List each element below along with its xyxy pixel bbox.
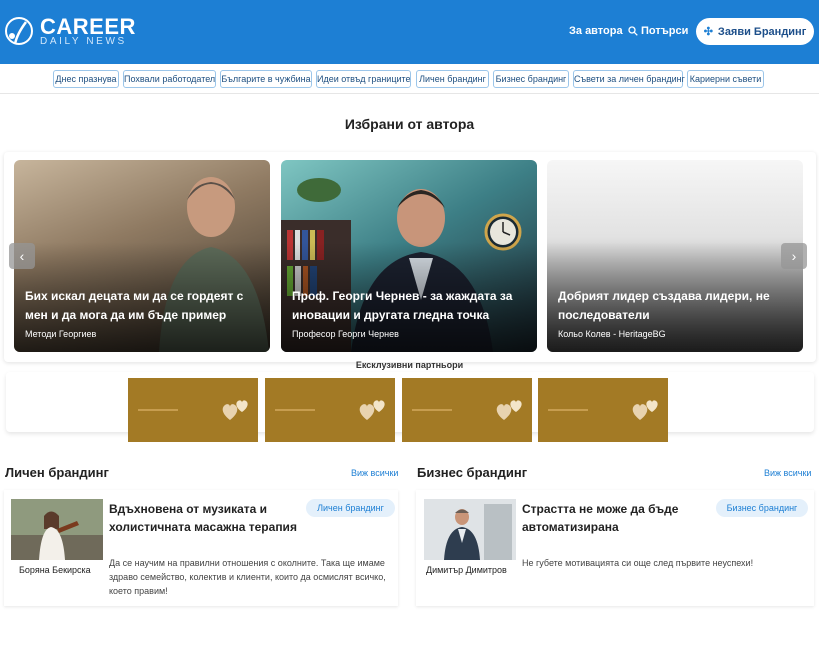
partners-label: Ексклузивни партньори: [355, 360, 464, 370]
article-tag[interactable]: Личен брандинг: [306, 499, 395, 517]
site-header: CAREER DAILY NEWS За автора Потърси ✣ За…: [0, 0, 819, 64]
article-card[interactable]: Боряна Бекирска Вдъхновена от музиката и…: [4, 490, 398, 606]
hearts-icon: [359, 400, 385, 420]
category-chip[interactable]: Бизнес брандинг: [493, 70, 569, 88]
category-chip[interactable]: Днес празнува: [53, 70, 119, 88]
logo-subtitle: DAILY NEWS: [40, 36, 127, 47]
slider-next-button[interactable]: ›: [781, 243, 807, 269]
category-chip[interactable]: Кариерни съвети: [687, 70, 764, 88]
nav-about-author[interactable]: За автора: [569, 24, 623, 38]
hearts-icon: [632, 400, 658, 420]
featured-card-title[interactable]: Проф. Георги Чернев - за жаждата за инов…: [292, 287, 528, 325]
logo-icon[interactable]: [4, 14, 34, 48]
request-branding-button[interactable]: ✣ Заяви Брандинг: [696, 18, 814, 45]
article-tag[interactable]: Бизнес брандинг: [716, 499, 808, 517]
article-title[interactable]: Страстта не може да бъде автоматизирана: [522, 500, 712, 536]
featured-card[interactable]: Добрият лидер създава лидери, не последо…: [547, 160, 803, 352]
nav-search[interactable]: Потърси: [628, 24, 688, 38]
featured-card-author: Професор Георги Чернев: [292, 329, 399, 339]
category-bar: Днес празнува Похвали работодател Българ…: [0, 64, 819, 94]
category-chip[interactable]: Идеи отвъд границите: [316, 70, 411, 88]
slider-prev-button[interactable]: ‹: [9, 243, 35, 269]
featured-card[interactable]: Проф. Георги Чернев - за жаждата за инов…: [281, 160, 537, 352]
category-chip[interactable]: Похвали работодател: [123, 70, 216, 88]
hearts-icon: [222, 400, 248, 420]
article-description: Не губете мотивацията си още след първит…: [522, 558, 754, 568]
hearts-icon: [496, 400, 522, 420]
nav-search-label: Потърси: [641, 25, 689, 37]
category-chip[interactable]: Българите в чужбина: [220, 70, 312, 88]
article-thumbnail[interactable]: [11, 499, 103, 560]
partner-text: [138, 409, 178, 411]
business-see-all-link[interactable]: Виж всички: [764, 468, 811, 478]
featured-title: Избрани от автора: [344, 116, 475, 132]
partner-banner[interactable]: [128, 378, 258, 442]
featured-card-author: Кольо Колев - HeritageBG: [558, 329, 666, 339]
partner-text: [412, 409, 452, 411]
partner-banner[interactable]: [402, 378, 532, 442]
partner-banner[interactable]: [538, 378, 668, 442]
search-icon: [628, 26, 638, 36]
category-chip[interactable]: Съвети за личен брандинг: [573, 70, 685, 88]
article-author: Димитър Димитров: [426, 565, 507, 575]
request-branding-label: Заяви Брандинг: [717, 25, 807, 38]
featured-card-title[interactable]: Добрият лидер създава лидери, не последо…: [558, 287, 794, 325]
personal-branding-heading: Личен брандинг: [5, 465, 109, 480]
partner-banner[interactable]: [265, 378, 395, 442]
featured-card[interactable]: Бих искал децата ми да се гордеят с мен …: [14, 160, 270, 352]
article-author: Боряна Бекирска: [19, 565, 91, 575]
article-thumbnail[interactable]: [424, 499, 516, 560]
featured-card-title[interactable]: Бих искал децата ми да се гордеят с мен …: [25, 287, 261, 325]
article-title[interactable]: Вдъхновена от музиката и холистичната ма…: [109, 500, 299, 536]
business-branding-heading: Бизнес брандинг: [417, 465, 528, 480]
chevron-right-icon: ›: [791, 248, 797, 264]
article-description: Да се научим на правилни отношения с око…: [109, 558, 386, 596]
sparkle-icon: ✣: [703, 26, 713, 38]
partner-text: [275, 409, 315, 411]
category-chip[interactable]: Личен брандинг: [416, 70, 489, 88]
featured-card-author: Методи Георгиев: [25, 329, 97, 339]
chevron-left-icon: ‹: [19, 248, 25, 264]
article-card[interactable]: Димитър Димитров Страстта не може да бъд…: [416, 490, 814, 606]
personal-see-all-link[interactable]: Виж всички: [351, 468, 398, 478]
logo-title[interactable]: CAREER: [40, 16, 136, 38]
partner-text: [548, 409, 588, 411]
